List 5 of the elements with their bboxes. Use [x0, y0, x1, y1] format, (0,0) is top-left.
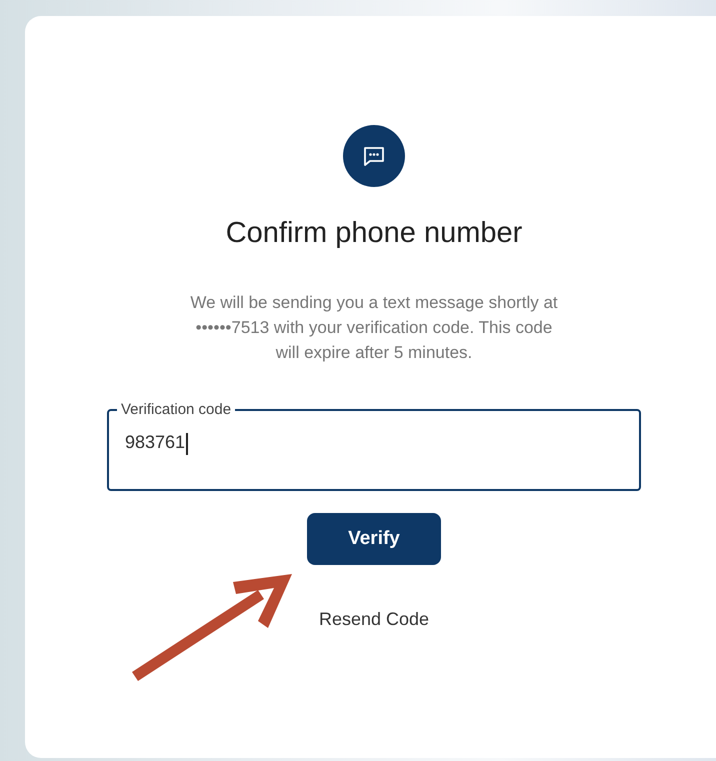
page-title: Confirm phone number	[226, 217, 522, 250]
verify-button[interactable]: Verify	[307, 513, 441, 565]
verification-code-field[interactable]: Verification code 983761	[107, 401, 641, 491]
instructions-text: We will be sending you a text message shortly at ••••••7513 with your verification code. This code will expire after 5 minutes.	[189, 292, 559, 364]
resend-code-link[interactable]: Resend Code	[314, 607, 434, 632]
